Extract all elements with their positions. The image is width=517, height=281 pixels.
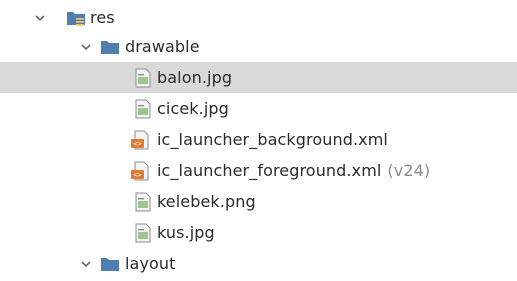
tree-label: cicek.jpg — [157, 99, 229, 118]
xml-file-icon: <> — [130, 161, 150, 181]
tree-label: balon.jpg — [157, 68, 233, 87]
qualifier-suffix: (v24) — [387, 161, 431, 180]
image-file-icon — [133, 68, 153, 88]
tree-row-layout[interactable]: layout — [0, 248, 517, 279]
tree-row-file[interactable]: <> ic_launcher_background.xml — [0, 124, 517, 155]
tree-row-file[interactable]: kelebek.png — [0, 186, 517, 217]
svg-text:<>: <> — [133, 171, 141, 179]
folder-icon — [100, 37, 120, 57]
tree-row-res[interactable]: res — [0, 2, 517, 33]
folder-icon — [100, 254, 120, 274]
chevron-down-icon[interactable] — [80, 258, 92, 270]
tree-label: res — [90, 8, 115, 27]
file-name: ic_launcher_foreground.xml — [157, 161, 382, 180]
image-file-icon — [133, 192, 153, 212]
tree-label: drawable — [125, 37, 200, 56]
tree-row-file[interactable]: <> ic_launcher_foreground.xml (v24) — [0, 155, 517, 186]
chevron-down-icon[interactable] — [80, 41, 92, 53]
tree-row-file[interactable]: cicek.jpg — [0, 93, 517, 124]
resource-folder-icon — [66, 8, 86, 28]
tree-label: layout — [125, 254, 176, 273]
project-tree: res drawable balon.jpg cicek.jpg <> ic_l… — [0, 0, 517, 281]
image-file-icon — [133, 223, 153, 243]
tree-label: kus.jpg — [157, 223, 215, 242]
tree-row-file[interactable]: kus.jpg — [0, 217, 517, 248]
tree-row-drawable[interactable]: drawable — [0, 31, 517, 62]
tree-label: ic_launcher_background.xml — [157, 130, 388, 149]
tree-label: ic_launcher_foreground.xml (v24) — [157, 161, 430, 180]
tree-row-file[interactable]: balon.jpg — [0, 62, 517, 93]
xml-file-icon: <> — [130, 130, 150, 150]
tree-label: kelebek.png — [157, 192, 256, 211]
chevron-down-icon[interactable] — [34, 12, 46, 24]
svg-text:<>: <> — [133, 140, 141, 148]
image-file-icon — [133, 99, 153, 119]
